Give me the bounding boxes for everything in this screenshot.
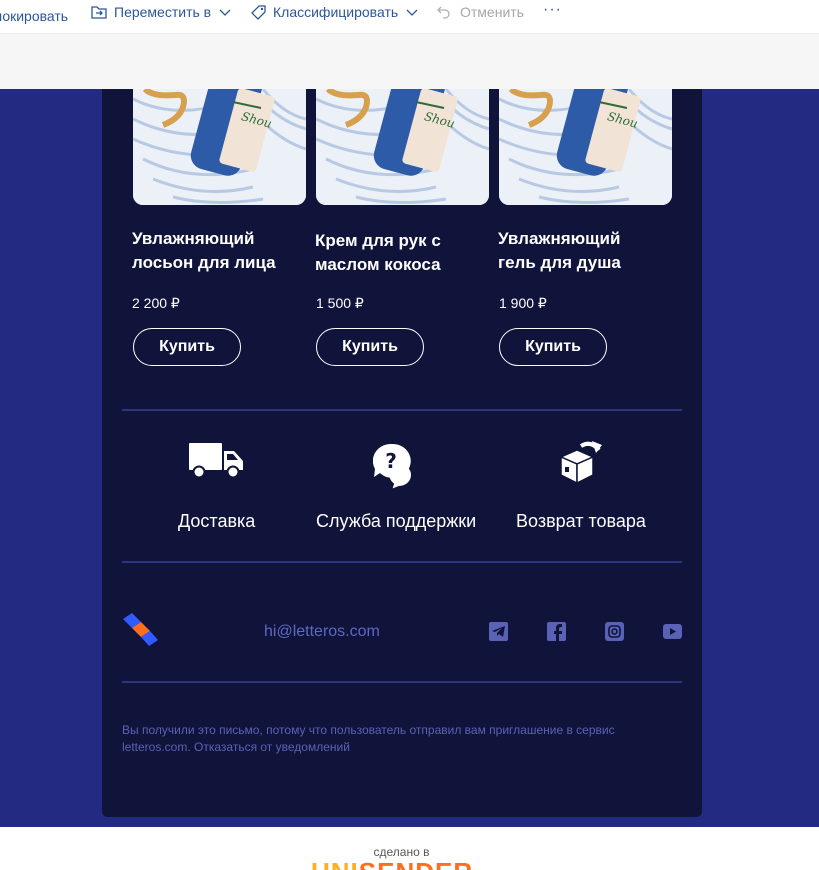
- facebook-icon[interactable]: [547, 622, 566, 646]
- product-image[interactable]: Shou: [133, 89, 306, 205]
- undo-icon: [436, 4, 452, 20]
- buy-button[interactable]: Купить: [133, 328, 241, 366]
- move-to-button[interactable]: Переместить в: [90, 0, 231, 24]
- support-chat-icon[interactable]: ?: [372, 443, 421, 496]
- svg-text:?: ?: [385, 449, 397, 473]
- tag-icon: [250, 4, 267, 21]
- classify-button[interactable]: Классифицировать: [250, 0, 418, 24]
- unisender-wordmark: UNISENDER: [311, 859, 493, 870]
- service-support-label[interactable]: Служба поддержки: [316, 511, 476, 532]
- command-toolbar: локировать Переместить в Классифицироват…: [0, 0, 819, 33]
- product-title[interactable]: Увлажняющий гель для душа: [498, 227, 648, 275]
- truck-icon[interactable]: [189, 443, 245, 484]
- block-button[interactable]: локировать: [0, 4, 68, 28]
- product-image[interactable]: Shou: [316, 89, 489, 205]
- youtube-icon[interactable]: [663, 624, 682, 644]
- product-title[interactable]: Крем для рук с маслом кокоса: [315, 229, 475, 277]
- product-price: 1 900 ₽: [499, 295, 547, 311]
- chevron-down-icon: [219, 6, 231, 18]
- undo-button[interactable]: Отменить: [436, 0, 524, 24]
- buy-button[interactable]: Купить: [499, 328, 607, 366]
- message-header-bar: [0, 33, 819, 89]
- product-price: 2 200 ₽: [132, 295, 180, 311]
- unisender-logo[interactable]: UNISENDER: [311, 859, 493, 870]
- return-box-icon[interactable]: [559, 440, 605, 491]
- folder-move-icon: [90, 3, 108, 21]
- letteros-logo[interactable]: [123, 613, 159, 652]
- product-price: 1 500 ₽: [316, 295, 364, 311]
- contact-email-link[interactable]: hi@letteros.com: [264, 623, 380, 641]
- instagram-icon[interactable]: [605, 622, 624, 646]
- service-delivery-label[interactable]: Доставка: [178, 511, 255, 532]
- move-to-label: Переместить в: [114, 4, 212, 20]
- chevron-down-icon: [406, 6, 418, 18]
- undo-label: Отменить: [460, 4, 524, 20]
- product-card: Shou: [499, 89, 672, 205]
- product-card: Shou: [133, 89, 306, 205]
- buy-button[interactable]: Купить: [316, 328, 424, 366]
- telegram-icon[interactable]: [489, 622, 508, 646]
- block-label: локировать: [0, 8, 69, 24]
- section-divider: [122, 409, 682, 411]
- section-divider: [122, 681, 682, 683]
- made-in-label: сделано в: [373, 845, 430, 859]
- section-divider: [122, 561, 682, 563]
- product-image[interactable]: Shou: [499, 89, 672, 205]
- product-title[interactable]: Увлажняющий лосьон для лица: [132, 227, 312, 275]
- product-card: Shou: [316, 89, 489, 205]
- more-options-label: ···: [543, 1, 562, 18]
- more-options-button[interactable]: ···: [543, 0, 562, 22]
- service-return-label[interactable]: Возврат товара: [516, 511, 646, 532]
- classify-label: Классифицировать: [273, 4, 399, 20]
- footer-disclaimer: Вы получили это письмо, потому что польз…: [122, 723, 615, 754]
